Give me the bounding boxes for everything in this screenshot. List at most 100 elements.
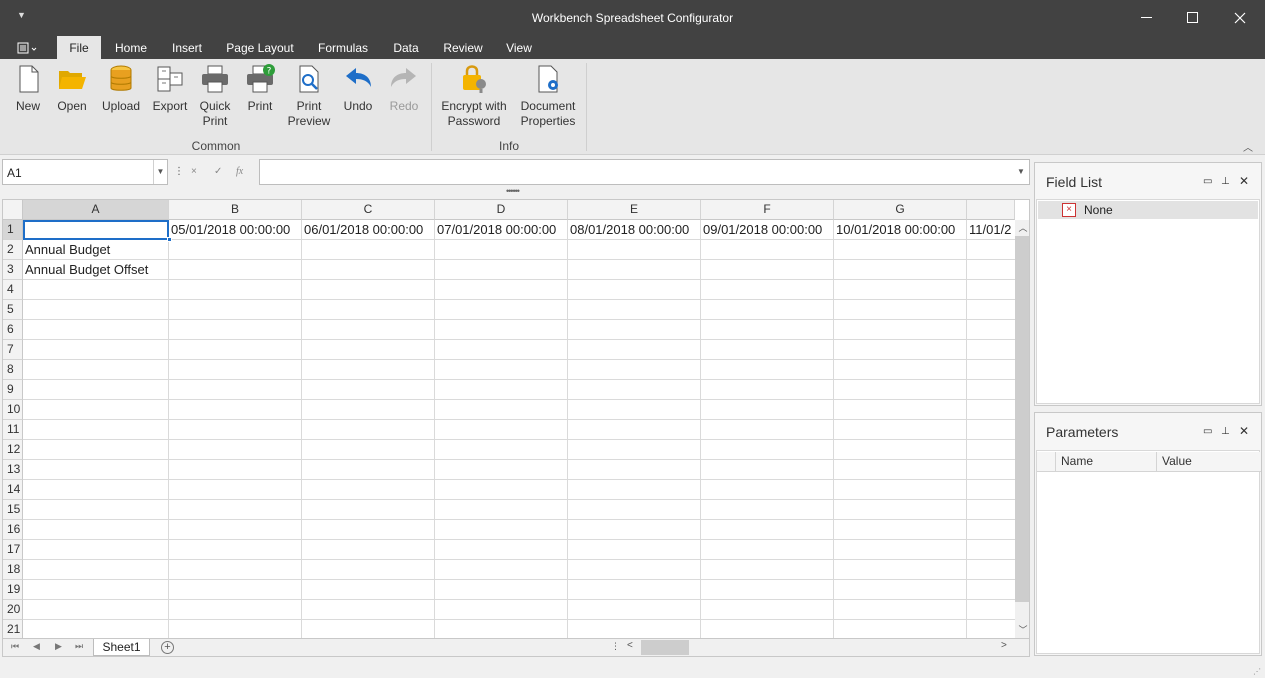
tab-splitter-grip-icon[interactable]: ⋮ [611,641,620,652]
cancel-formula-icon[interactable]: × [191,166,197,177]
field-list-item[interactable]: × None [1038,201,1258,219]
cell-d1[interactable]: 07/01/2018 00:00:00 [435,220,568,240]
name-box[interactable]: A1 ▼ [2,159,168,185]
encrypt-with-password-button[interactable]: Encrypt with Password [438,63,510,129]
collapse-ribbon-icon[interactable]: ︿ [1243,139,1253,154]
column-header-g[interactable]: G [834,200,967,220]
fill-handle[interactable] [167,237,172,242]
undo-button[interactable]: Undo [338,63,378,114]
column-header-h[interactable] [967,200,1015,220]
row-header-12[interactable]: 12 [3,440,23,460]
column-header-f[interactable]: F [701,200,834,220]
cell-a2[interactable]: Annual Budget [23,240,169,260]
export-button[interactable]: Export [148,63,192,114]
row-header-5[interactable]: 5 [3,300,23,320]
quick-print-button[interactable]: Quick Print [194,63,236,129]
tab-home[interactable]: Home [106,36,156,59]
row-header-9[interactable]: 9 [3,380,23,400]
cell-c1[interactable]: 06/01/2018 00:00:00 [302,220,435,240]
horizontal-scroll-thumb[interactable] [641,640,689,655]
scroll-up-icon[interactable]: ︿ [1015,220,1029,236]
print-button[interactable]: ? Print [240,63,280,114]
new-button[interactable]: New [8,63,48,114]
insert-function-icon[interactable]: fx [236,166,243,177]
column-header-d[interactable]: D [435,200,568,220]
column-header-e[interactable]: E [568,200,701,220]
cell-a3[interactable]: Annual Budget Offset [23,260,169,280]
cell-e1[interactable]: 08/01/2018 00:00:00 [568,220,701,240]
formula-input[interactable]: ▼ [259,159,1030,185]
column-header-b[interactable]: B [169,200,302,220]
tab-data[interactable]: Data [386,36,426,59]
scroll-left-icon[interactable]: < [627,640,633,651]
row-header-10[interactable]: 10 [3,400,23,420]
sheet-tab-sheet1[interactable]: Sheet1 [93,639,150,656]
last-sheet-icon[interactable]: ⏭ [75,641,83,652]
row-header-18[interactable]: 18 [3,560,23,580]
close-button[interactable] [1217,0,1263,36]
tab-page-layout[interactable]: Page Layout [220,36,300,59]
row-header-11[interactable]: 11 [3,420,23,440]
application-menu-icon[interactable] [17,41,39,55]
add-sheet-icon[interactable]: + [161,641,174,654]
upload-button[interactable]: Upload [98,63,144,114]
panel-maximize-icon[interactable]: ▭ [1203,176,1212,187]
panel-maximize-icon[interactable]: ▭ [1203,426,1212,437]
parameters-column-value[interactable]: Value [1157,452,1261,472]
maximize-button[interactable] [1170,0,1216,36]
tab-formulas[interactable]: Formulas [310,36,376,59]
open-button[interactable]: Open [52,63,92,114]
expand-formula-icon[interactable]: ▼ [1013,160,1029,184]
cell-f1[interactable]: 09/01/2018 00:00:00 [701,220,834,240]
document-properties-button[interactable]: Document Properties [516,63,580,129]
row-header-2[interactable]: 2 [3,240,23,260]
print-preview-button[interactable]: Print Preview [286,63,332,129]
row-header-19[interactable]: 19 [3,580,23,600]
select-all-corner[interactable] [3,200,23,220]
tab-review[interactable]: Review [436,36,490,59]
row-header-21[interactable]: 21 [3,620,23,638]
spreadsheet-grid[interactable]: A B C D E F G 1 2 3 4 5 6 7 8 9 10 11 12 13 14 15 16 17 1… [2,199,1030,639]
tab-insert[interactable]: Insert [164,36,210,59]
row-header-13[interactable]: 13 [3,460,23,480]
row-header-14[interactable]: 14 [3,480,23,500]
cell-g1[interactable]: 10/01/2018 00:00:00 [834,220,967,240]
formula-bar-resize-grip[interactable]: •••••• [506,186,520,196]
row-header-16[interactable]: 16 [3,520,23,540]
horizontal-scrollbar[interactable]: < > [623,639,1029,656]
export-label: Export [152,99,188,113]
enter-formula-icon[interactable]: ✓ [214,166,222,177]
row-header-17[interactable]: 17 [3,540,23,560]
panel-close-icon[interactable]: ✕ [1239,174,1249,188]
row-header-7[interactable]: 7 [3,340,23,360]
pin-icon[interactable]: ⊥ [1221,426,1230,437]
row-header-3[interactable]: 3 [3,260,23,280]
row-header-8[interactable]: 8 [3,360,23,380]
scroll-right-icon[interactable]: > [1001,640,1007,651]
cell-h1[interactable]: 11/01/2 [967,220,1015,240]
row-header-4[interactable]: 4 [3,280,23,300]
scroll-down-icon[interactable]: ﹀ [1015,622,1029,638]
name-box-dropdown-icon[interactable]: ▼ [153,160,167,184]
next-sheet-icon[interactable]: ▶ [55,641,62,652]
pin-icon[interactable]: ⊥ [1221,176,1230,187]
active-cell-selection[interactable] [23,220,169,240]
row-header-15[interactable]: 15 [3,500,23,520]
column-header-c[interactable]: C [302,200,435,220]
minimize-button[interactable] [1124,0,1170,36]
tab-file[interactable]: File [57,36,101,59]
vertical-scroll-thumb[interactable] [1015,236,1029,602]
previous-sheet-icon[interactable]: ◀ [33,641,40,652]
redo-button[interactable]: Redo [384,63,424,114]
resize-grip-icon[interactable]: ⋰ [1253,667,1261,676]
cell-b1[interactable]: 05/01/2018 00:00:00 [169,220,302,240]
row-header-1[interactable]: 1 [3,220,23,240]
column-header-a[interactable]: A [23,200,169,220]
parameters-column-name[interactable]: Name [1056,452,1157,472]
vertical-scrollbar[interactable]: ︿ ﹀ [1015,220,1029,638]
first-sheet-icon[interactable]: ⏮ [11,641,19,652]
row-header-6[interactable]: 6 [3,320,23,340]
panel-close-icon[interactable]: ✕ [1239,424,1249,438]
row-header-20[interactable]: 20 [3,600,23,620]
tab-view[interactable]: View [498,36,540,59]
